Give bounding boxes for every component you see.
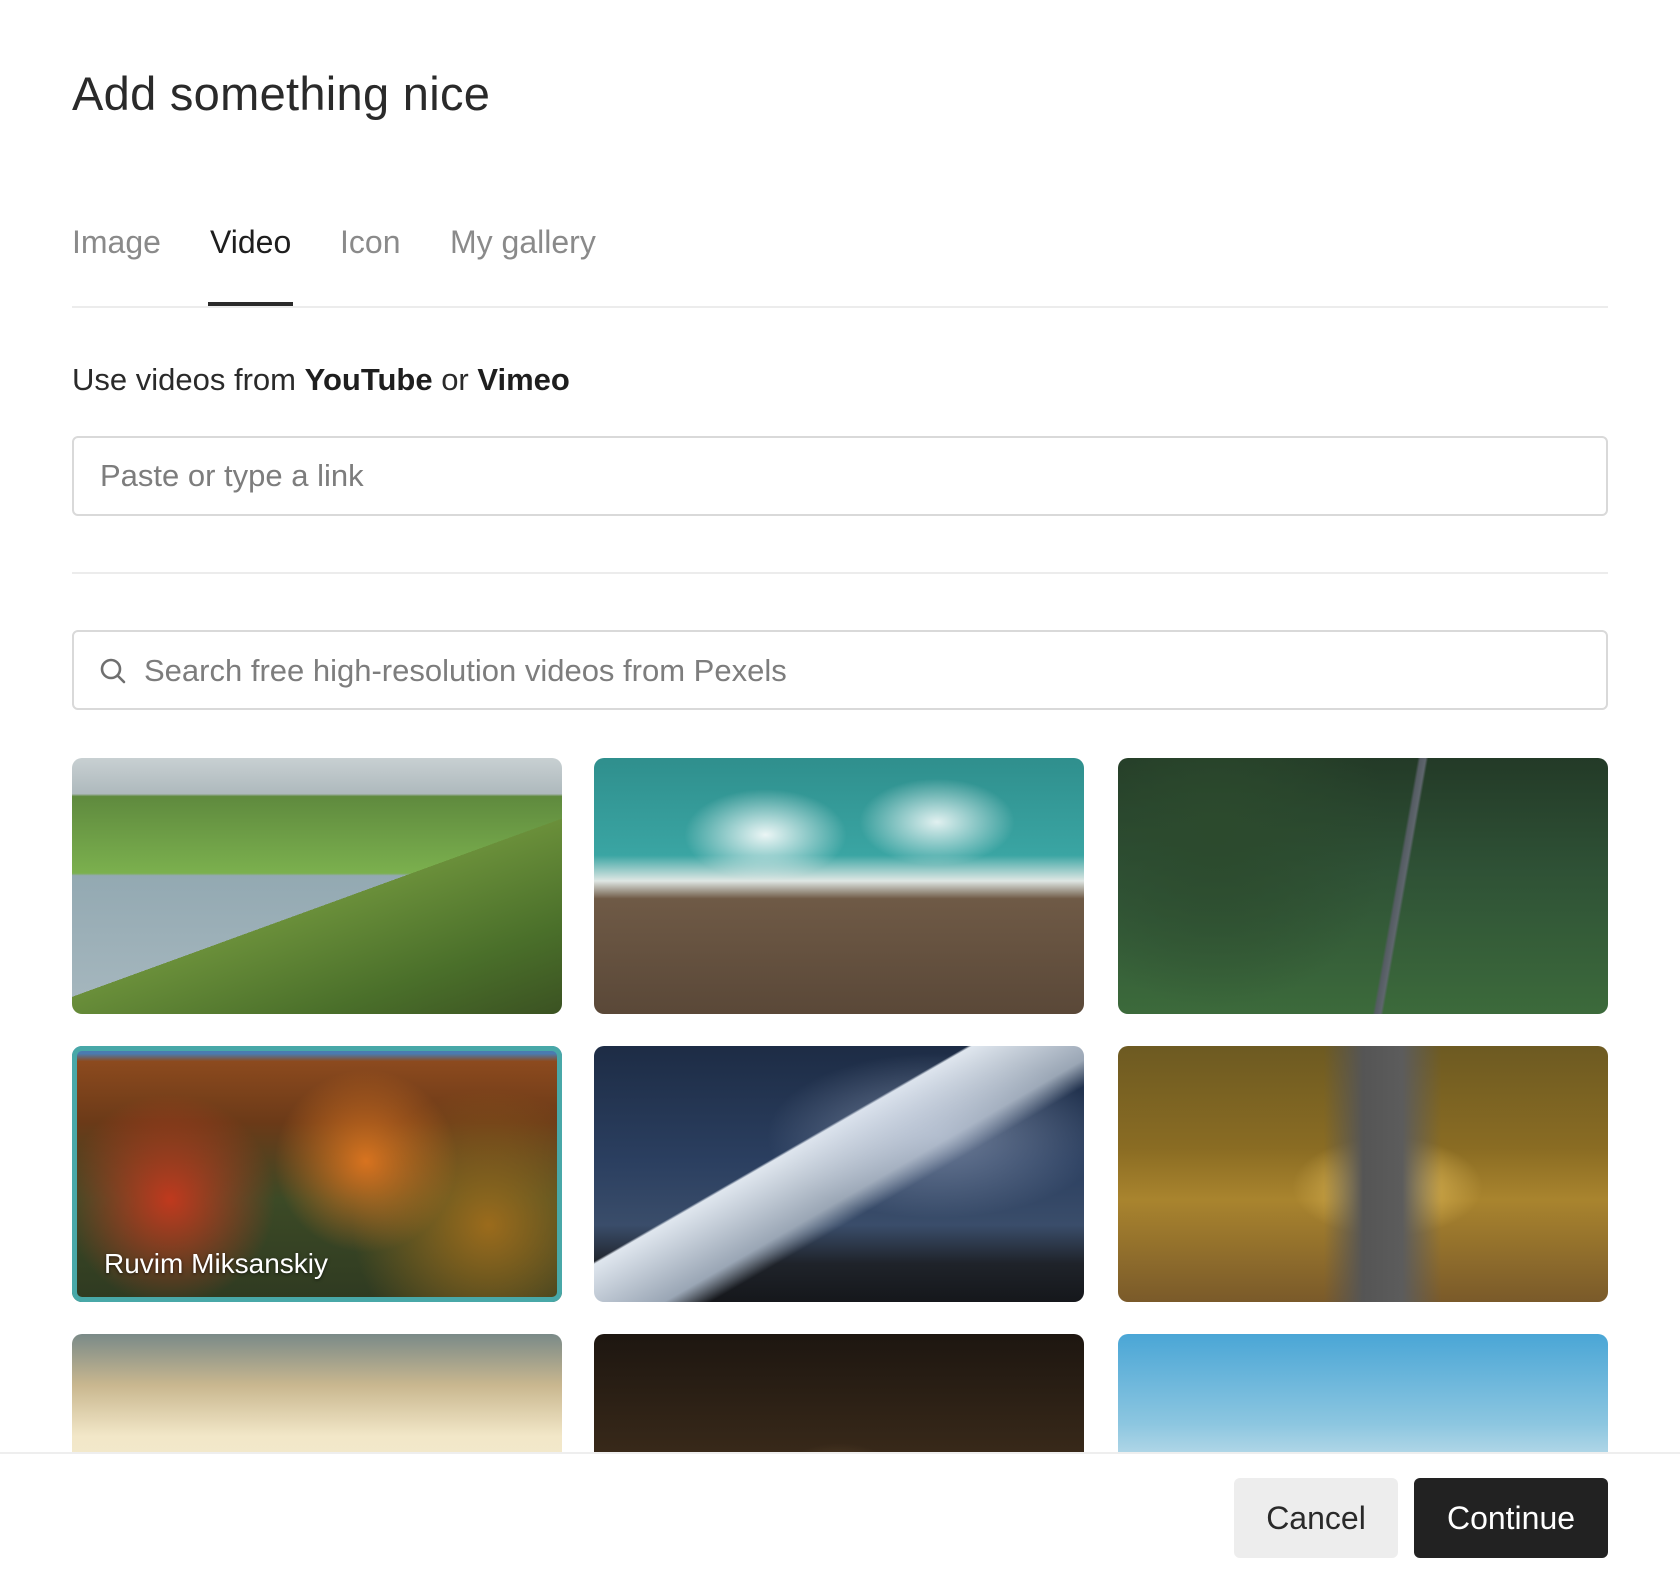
tab-icon[interactable]: Icon [340, 224, 400, 306]
add-media-dialog: Add something nice Image Video Icon My g… [0, 0, 1680, 1580]
video-thumbnail[interactable] [594, 1334, 1084, 1452]
section-divider [72, 572, 1608, 574]
continue-button[interactable]: Continue [1414, 1478, 1608, 1558]
video-results-grid: Ruvim Miksanskiy [72, 758, 1608, 1452]
video-thumbnail[interactable] [1118, 1334, 1608, 1452]
tab-image[interactable]: Image [72, 224, 161, 306]
video-thumbnail[interactable] [594, 1046, 1084, 1302]
media-type-tabs: Image Video Icon My gallery [72, 208, 1608, 308]
video-thumbnail[interactable] [1118, 1046, 1608, 1302]
video-source-hint: Use videos from YouTube or Vimeo [72, 362, 570, 398]
video-author-label: Ruvim Miksanskiy [104, 1248, 329, 1279]
tab-video[interactable]: Video [208, 224, 294, 306]
hint-prefix: Use videos from [72, 362, 305, 397]
pexels-search-input[interactable] [142, 632, 1586, 710]
video-thumbnail[interactable] [72, 1334, 562, 1452]
video-thumbnail[interactable] [72, 758, 562, 1014]
cancel-button[interactable]: Cancel [1234, 1478, 1398, 1558]
hint-middle: or [432, 362, 478, 397]
video-link-input[interactable] [72, 436, 1608, 516]
pexels-search-box[interactable] [72, 630, 1608, 710]
dialog-footer: Cancel Continue [0, 1452, 1680, 1580]
video-thumbnail-selected[interactable]: Ruvim Miksanskiy [72, 1046, 562, 1302]
vimeo-label: Vimeo [477, 362, 570, 397]
youtube-label: YouTube [304, 362, 433, 397]
video-thumbnail[interactable] [594, 758, 1084, 1014]
search-icon [100, 658, 126, 684]
tab-my-gallery[interactable]: My gallery [450, 224, 596, 306]
dialog-title: Add something nice [72, 67, 491, 120]
video-thumbnail[interactable] [1118, 758, 1608, 1014]
